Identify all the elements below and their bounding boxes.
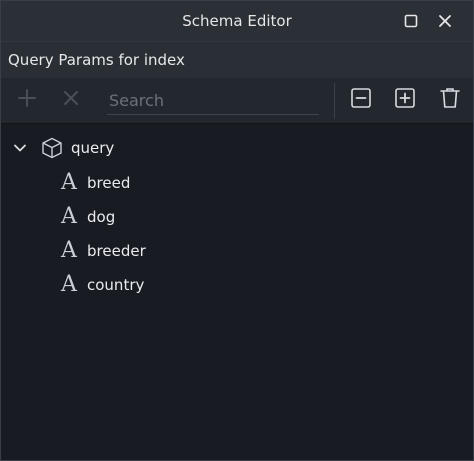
text-type-icon: A (61, 204, 77, 229)
toolbar-divider (334, 83, 335, 119)
text-type-icon: A (61, 170, 77, 195)
panel-header: Query Params for index (1, 41, 473, 79)
minus-box-icon (350, 87, 372, 113)
plus-icon (17, 88, 37, 112)
chevron-down-icon[interactable] (11, 139, 29, 157)
tree-node-label: query (71, 139, 115, 157)
x-icon (62, 89, 80, 111)
tree-node-field[interactable]: A dog (57, 202, 115, 232)
collapse-all-button[interactable] (349, 88, 373, 112)
field-label: country (87, 276, 145, 294)
text-type-icon: A (61, 272, 77, 297)
add-button[interactable] (15, 88, 39, 112)
delete-button[interactable] (438, 88, 462, 112)
field-label: breeder (87, 242, 146, 260)
titlebar: Schema Editor (1, 1, 473, 41)
maximize-button[interactable] (399, 9, 423, 33)
plus-box-icon (394, 87, 416, 113)
schema-editor-window: Schema Editor Query Params for index Sea… (0, 0, 474, 461)
search-field (107, 86, 319, 115)
trash-icon (439, 86, 461, 114)
expand-all-button[interactable] (393, 88, 417, 112)
remove-button[interactable] (59, 88, 83, 112)
close-button[interactable] (433, 9, 457, 33)
field-label: breed (87, 174, 131, 192)
text-type-icon: A (61, 238, 77, 263)
field-label: dog (87, 208, 116, 226)
schema-tree: query A breed A dog A breeder A country (1, 124, 473, 460)
tree-node-field[interactable]: A country (57, 270, 144, 300)
search-input[interactable] (107, 86, 319, 114)
close-icon (437, 13, 453, 29)
tree-node-field[interactable]: A breeder (57, 236, 146, 266)
toolbar (1, 78, 473, 124)
panel-header-title: Query Params for index (8, 51, 185, 69)
tree-node-query[interactable]: query (11, 133, 114, 163)
square-icon (403, 13, 419, 29)
tree-node-field[interactable]: A breed (57, 168, 130, 198)
cube-icon (39, 135, 65, 161)
